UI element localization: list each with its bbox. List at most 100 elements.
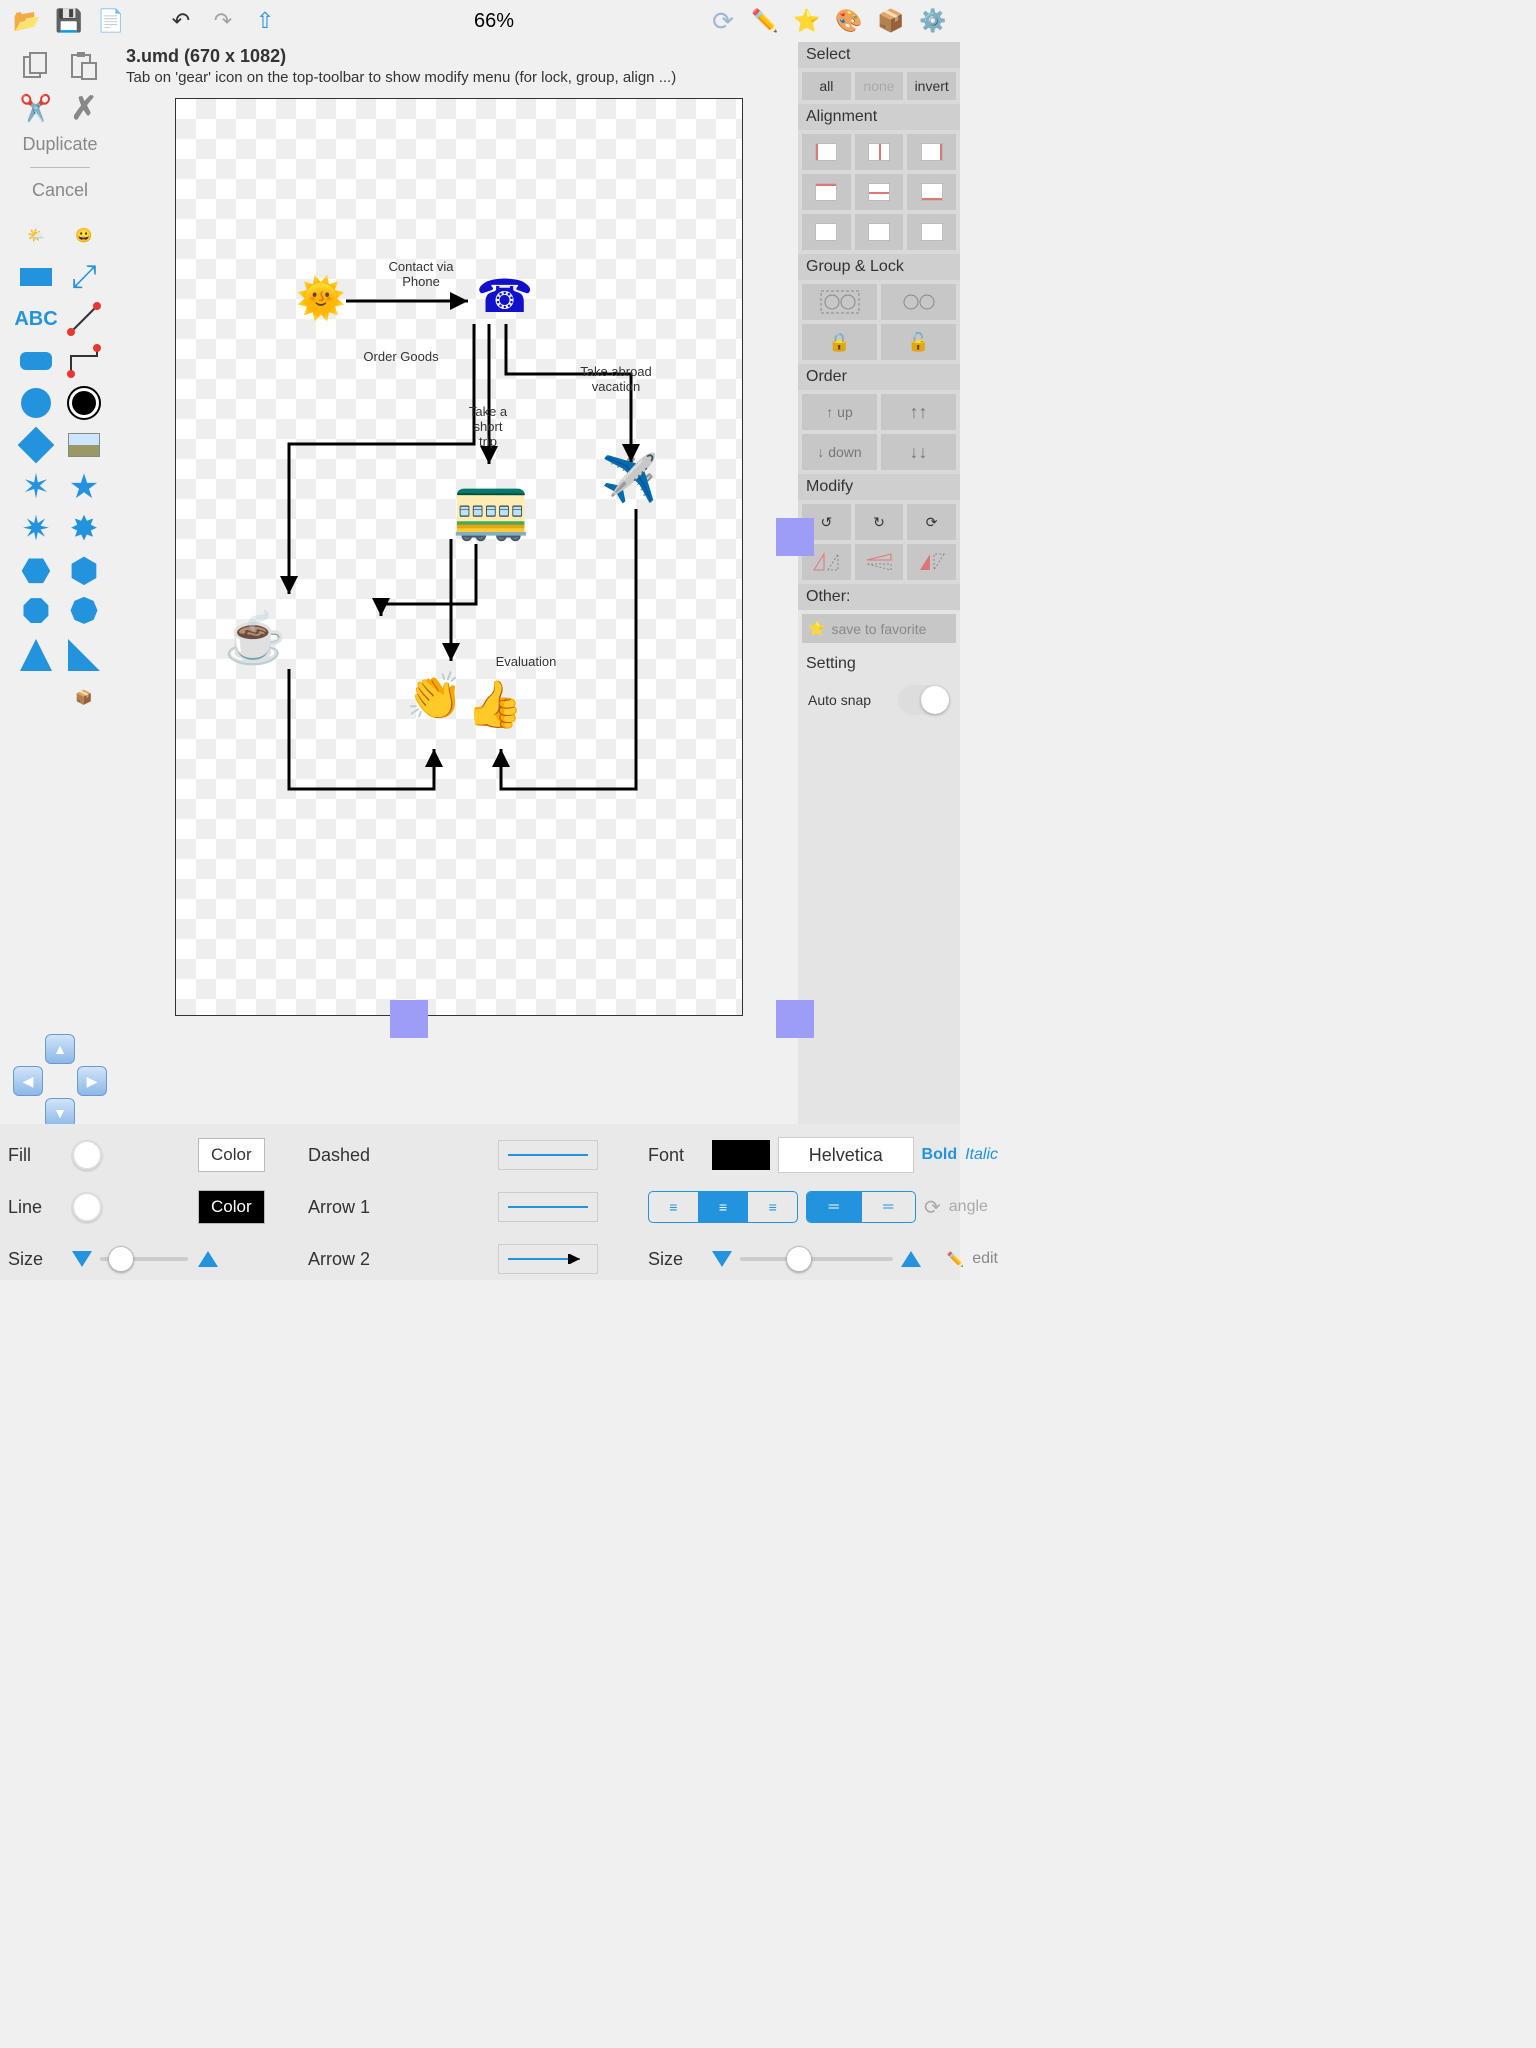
align-right[interactable] [907, 134, 956, 170]
order-down-button[interactable]: ↓ down [802, 434, 877, 470]
paste-icon[interactable] [64, 46, 104, 86]
selection-handle-right[interactable] [776, 518, 814, 556]
edit-pencil-icon[interactable]: ✏️ [947, 1251, 964, 1268]
shape-diamond[interactable] [16, 425, 56, 465]
angle-reset-icon[interactable]: ⟳ [924, 1195, 941, 1220]
distribute-h[interactable] [802, 214, 851, 250]
open-folder-icon[interactable]: 📂 [10, 4, 44, 38]
fill-color-button[interactable]: Color [198, 1138, 265, 1172]
zoom-level[interactable]: 66% [474, 10, 514, 33]
align-left[interactable] [802, 134, 851, 170]
bold-button[interactable]: Bold [922, 1146, 958, 1164]
valign-mid-seg[interactable]: ＝ [862, 1192, 916, 1222]
font-color-swatch[interactable] [712, 1140, 770, 1170]
shape-circle[interactable] [16, 383, 56, 423]
shape-star6[interactable]: ✶ [16, 467, 56, 507]
shape-hexagon2[interactable]: ⬢ [64, 551, 104, 591]
order-bottom-button[interactable]: ↓↓ [881, 434, 956, 470]
size-decrease[interactable] [72, 1251, 92, 1267]
shape-weather-icon[interactable]: 🌤️ [16, 215, 56, 255]
shape-rectangle[interactable] [16, 257, 56, 297]
diagram-canvas[interactable]: 🌞 ☎ ✈️ 🚃 ☕ 👏 👍 Contact via Phone Order G… [175, 98, 743, 1016]
shape-triangle[interactable] [16, 635, 56, 675]
line-color-button[interactable]: Color [198, 1190, 265, 1224]
shape-elbow-connector[interactable] [64, 341, 104, 381]
shape-smiley-icon[interactable]: 😀 [64, 215, 104, 255]
arrow2-preview[interactable] [498, 1244, 598, 1274]
shape-image[interactable] [64, 425, 104, 465]
palette-icon[interactable]: 🎨 [832, 4, 866, 38]
cancel-button[interactable]: Cancel [32, 180, 88, 201]
flip-both-button[interactable] [907, 544, 956, 580]
arrow1-preview[interactable] [498, 1192, 598, 1222]
unlock-button[interactable]: 🔓 [881, 324, 956, 360]
align-left-seg[interactable]: ≡ [649, 1192, 699, 1222]
line-color-knob[interactable] [72, 1192, 102, 1222]
save-favorite-button[interactable]: ⭐ save to favorite [802, 614, 956, 643]
shape-star8b[interactable]: ✸ [64, 509, 104, 549]
flip-v-button[interactable] [855, 544, 904, 580]
redo-icon[interactable]: ↷ [206, 4, 240, 38]
rotate-cw-button[interactable]: ↻ [855, 504, 904, 540]
dpad-up[interactable]: ▲ [45, 1034, 75, 1064]
font-size-slider[interactable] [786, 1246, 812, 1272]
star-icon[interactable]: ⭐ [790, 4, 824, 38]
save-icon[interactable]: 💾 [52, 4, 86, 38]
dpad-right[interactable]: ▶ [77, 1066, 107, 1096]
sun-node[interactable]: 🌞 [296, 275, 346, 322]
selection-handle-bottom[interactable] [390, 1000, 428, 1038]
group-button[interactable] [802, 284, 877, 320]
valign-top-seg[interactable]: ＝ [807, 1192, 862, 1222]
coffee-node[interactable]: ☕ [224, 609, 286, 668]
delete-icon[interactable]: ✗ [64, 88, 104, 128]
shape-right-triangle[interactable] [64, 635, 104, 675]
text-align-segment[interactable]: ≡ ≡ ≡ [648, 1191, 798, 1223]
refresh-icon[interactable]: ⟳ [706, 4, 740, 38]
select-none-button[interactable]: none [855, 72, 904, 100]
copy-icon[interactable] [16, 46, 56, 86]
shape-hexagon[interactable]: ⬣ [16, 551, 56, 591]
fill-color-knob[interactable] [72, 1140, 102, 1170]
distribute-both[interactable] [907, 214, 956, 250]
size-increase[interactable] [198, 1251, 218, 1267]
package-icon[interactable]: 📦 [874, 4, 908, 38]
distribute-v[interactable] [855, 214, 904, 250]
font-size-increase[interactable] [901, 1251, 921, 1267]
italic-button[interactable]: Italic [965, 1146, 998, 1164]
font-picker[interactable]: Helvetica [778, 1137, 914, 1173]
shape-text[interactable]: ABC [16, 299, 56, 339]
shape-star5[interactable]: ★ [64, 467, 104, 507]
shape-star8a[interactable]: ✷ [16, 509, 56, 549]
lock-button[interactable]: 🔒 [802, 324, 877, 360]
align-bottom[interactable] [907, 174, 956, 210]
align-center-h[interactable] [855, 134, 904, 170]
select-all-button[interactable]: all [802, 72, 851, 100]
undo-icon[interactable]: ↶ [164, 4, 198, 38]
new-page-icon[interactable]: 📄 [94, 4, 128, 38]
order-top-button[interactable]: ↑↑ [881, 394, 956, 430]
align-right-seg[interactable]: ≡ [748, 1192, 797, 1222]
gear-icon[interactable]: ⚙️ [916, 4, 950, 38]
shape-line-connector[interactable] [64, 299, 104, 339]
duplicate-button[interactable]: Duplicate [22, 134, 97, 155]
align-middle-v[interactable] [855, 174, 904, 210]
select-invert-button[interactable]: invert [907, 72, 956, 100]
shape-rounded-rect[interactable] [16, 341, 56, 381]
order-up-button[interactable]: ↑ up [802, 394, 877, 430]
shape-circle-black[interactable] [64, 383, 104, 423]
pencil-icon[interactable]: ✏️ [748, 4, 782, 38]
shape-octagon[interactable]: ⯃ [16, 593, 56, 633]
edit-label[interactable]: edit [972, 1250, 998, 1268]
align-center-seg[interactable]: ≡ [699, 1192, 749, 1222]
size-slider[interactable] [108, 1246, 134, 1272]
phone-node[interactable]: ☎ [476, 269, 533, 323]
share-icon[interactable]: ⇧ [248, 4, 282, 38]
ungroup-button[interactable] [881, 284, 956, 320]
align-top[interactable] [802, 174, 851, 210]
shape-octagon2[interactable]: ⯄ [64, 593, 104, 633]
shape-package-icon[interactable]: 📦 [64, 677, 104, 717]
font-size-decrease[interactable] [712, 1251, 732, 1267]
dpad-left[interactable]: ◀ [13, 1066, 43, 1096]
cut-icon[interactable]: ✂️ [16, 88, 56, 128]
auto-snap-toggle[interactable] [898, 685, 950, 715]
